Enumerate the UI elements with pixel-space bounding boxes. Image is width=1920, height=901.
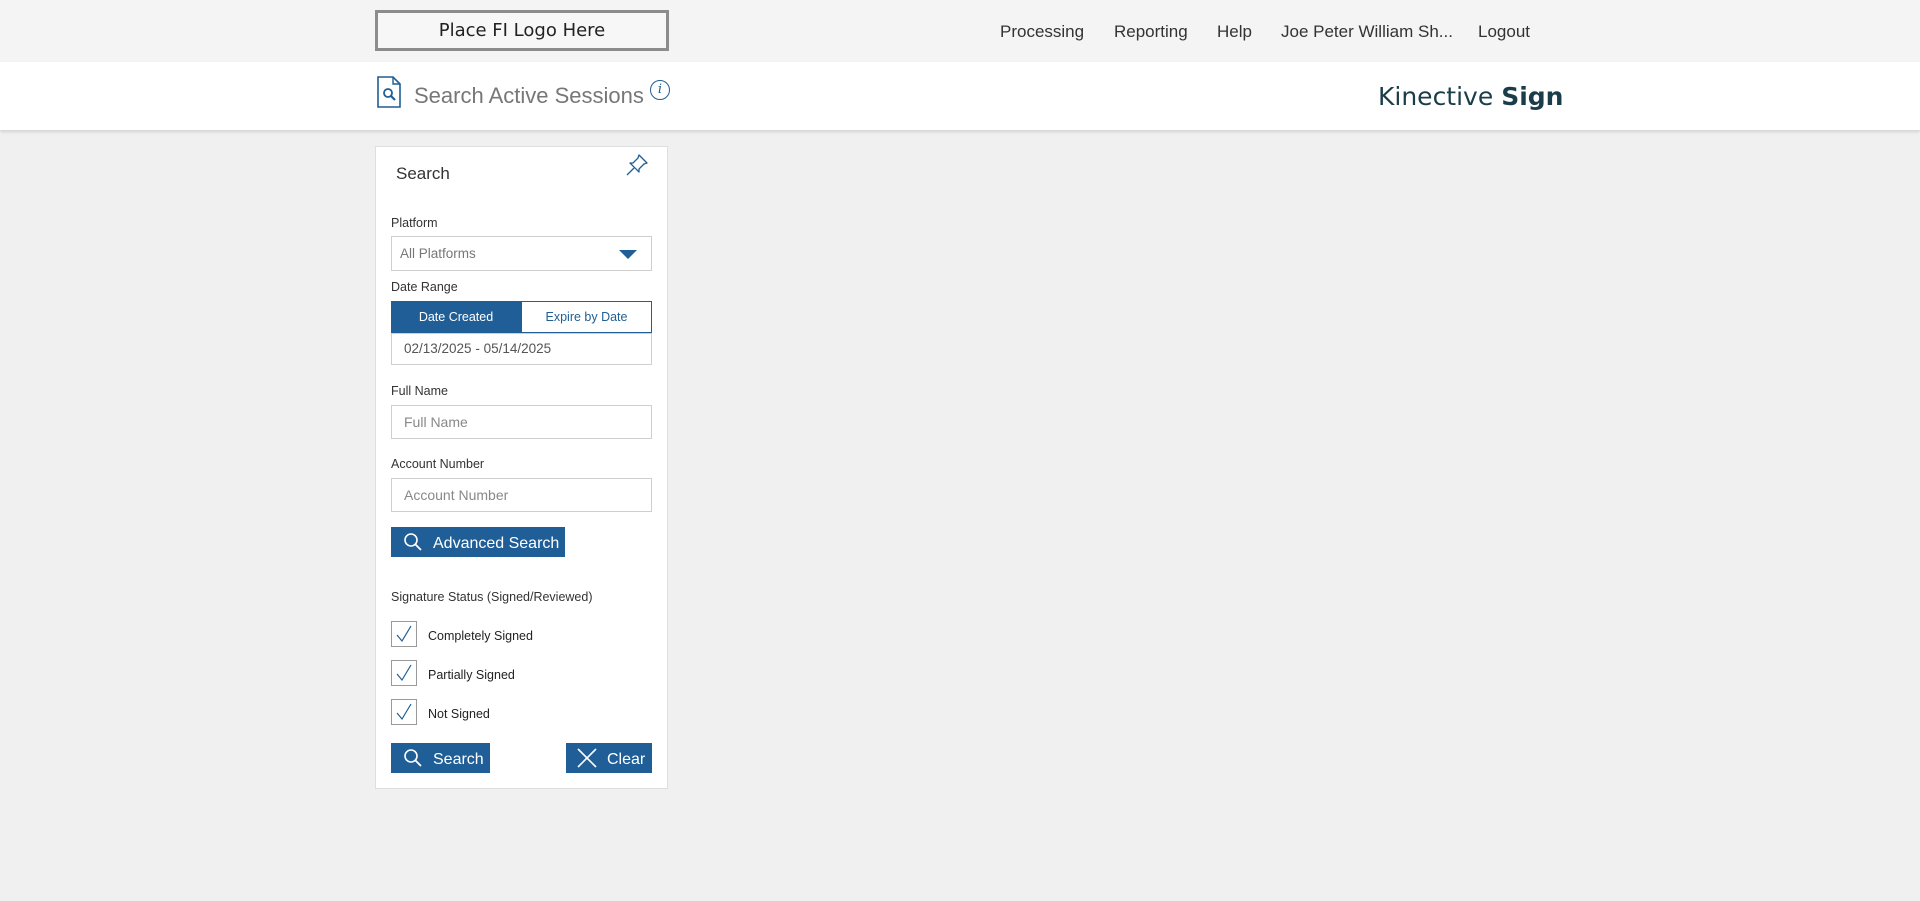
checkmark-icon: [396, 664, 412, 682]
search-button[interactable]: Search: [391, 743, 490, 773]
search-panel-title: Search: [396, 164, 450, 183]
completely-signed-label: Completely Signed: [428, 629, 533, 643]
caret-down-icon: [619, 250, 637, 259]
platform-select-value: All Platforms: [400, 246, 476, 261]
platform-label: Platform: [391, 216, 438, 230]
advanced-search-button[interactable]: Advanced Search: [391, 527, 565, 557]
date-range-label: Date Range: [391, 280, 458, 294]
brand-logo-light: Kinective: [1378, 82, 1502, 111]
nav-user-menu[interactable]: Joe Peter William Sh...: [1281, 22, 1453, 42]
not-signed-label: Not Signed: [428, 707, 490, 721]
page-header: [0, 62, 1920, 130]
nav-help[interactable]: Help: [1217, 22, 1252, 42]
clear-button[interactable]: Clear: [566, 743, 652, 773]
page-title: Search Active Sessions: [414, 83, 644, 108]
tab-expire-by-date[interactable]: Expire by Date: [521, 301, 652, 333]
completely-signed-checkbox[interactable]: [391, 621, 417, 647]
account-number-input[interactable]: [391, 478, 652, 512]
clear-button-label: Clear: [607, 751, 646, 768]
checkmark-icon: [396, 625, 412, 643]
full-name-label: Full Name: [391, 384, 448, 398]
search-button-label: Search: [433, 751, 484, 768]
close-icon: [577, 748, 597, 768]
brand-logo-bold: Sign: [1501, 82, 1564, 111]
fi-logo-placeholder: Place FI Logo Here: [375, 10, 669, 51]
search-icon: [404, 533, 422, 551]
top-nav-bar: Place FI Logo Here Processing Reporting …: [0, 0, 1920, 62]
account-number-label: Account Number: [391, 457, 485, 471]
not-signed-checkbox[interactable]: [391, 699, 417, 725]
document-search-icon: [377, 76, 401, 108]
partially-signed-checkbox[interactable]: [391, 660, 417, 686]
nav-logout[interactable]: Logout: [1478, 22, 1530, 42]
date-range-field[interactable]: 02/13/2025 - 05/14/2025: [391, 333, 652, 365]
advanced-search-label: Advanced Search: [433, 535, 560, 552]
platform-select[interactable]: All Platforms: [391, 236, 652, 271]
partially-signed-label: Partially Signed: [428, 668, 515, 682]
nav-processing[interactable]: Processing: [1000, 22, 1084, 42]
search-icon: [404, 749, 422, 767]
tab-date-created[interactable]: Date Created: [391, 301, 521, 333]
signature-status-label: Signature Status (Signed/Reviewed): [391, 590, 593, 604]
checkmark-icon: [396, 703, 412, 721]
nav-reporting[interactable]: Reporting: [1114, 22, 1188, 42]
pin-icon[interactable]: [624, 152, 650, 178]
brand-logo: Kinective Sign: [1378, 82, 1563, 111]
full-name-input[interactable]: [391, 405, 652, 439]
info-icon[interactable]: i: [650, 80, 670, 100]
